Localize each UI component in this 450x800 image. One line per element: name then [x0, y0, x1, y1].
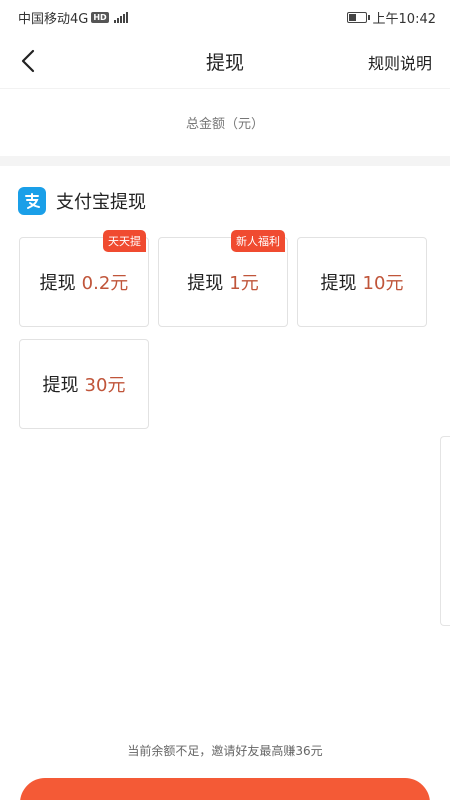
balance-notice: 当前余额不足，邀请好友最高赚36元 [127, 744, 323, 758]
option-label: 提现 [39, 273, 76, 294]
option-amount: 10元 [362, 273, 404, 294]
option-label: 提现 [42, 375, 79, 396]
option-label: 提现 [187, 273, 224, 294]
section-divider [0, 156, 450, 166]
total-section: 总金额（元） [0, 88, 450, 156]
option-amount: 30元 [84, 375, 126, 396]
status-left: 中国移动4G HD [18, 8, 128, 27]
option-amount: 0.2元 [81, 273, 129, 294]
newcomer-badge: 新人福利 [231, 230, 285, 252]
daily-badge: 天天提 [103, 230, 146, 252]
status-right: 上午10:42 [346, 8, 436, 27]
clock: 上午10:42 [372, 11, 436, 27]
withdraw-submit-button[interactable] [20, 778, 430, 800]
battery-icon [346, 11, 370, 23]
rules-link[interactable]: 规则说明 [368, 50, 432, 74]
option-amount: 1元 [229, 273, 259, 294]
withdraw-option-10[interactable]: 提现 10元 [297, 237, 427, 327]
signal-icon [113, 11, 128, 23]
option-label: 提现 [320, 273, 357, 294]
nav-bar: 提现 规则说明 [0, 34, 450, 88]
page-title: 提现 [205, 51, 244, 74]
chevron-left-icon [21, 49, 35, 73]
total-label: 总金额（元） [185, 117, 264, 132]
alipay-section-header: 支付宝提现 [18, 186, 146, 216]
withdraw-option-1[interactable]: 提现 1元 新人福利 [158, 230, 288, 327]
carrier-label: 中国移动4G [18, 11, 89, 27]
alipay-icon [18, 187, 46, 215]
hd-icon: HD [91, 11, 109, 23]
withdraw-option-0-2[interactable]: 提现 0.2元 天天提 [19, 230, 149, 327]
side-scroll-tab[interactable] [440, 436, 450, 626]
section-title: 支付宝提现 [56, 192, 146, 213]
back-button[interactable] [10, 43, 46, 79]
status-bar: 中国移动4G HD 上午10:42 [0, 0, 450, 34]
withdraw-option-30[interactable]: 提现 30元 [19, 339, 149, 429]
